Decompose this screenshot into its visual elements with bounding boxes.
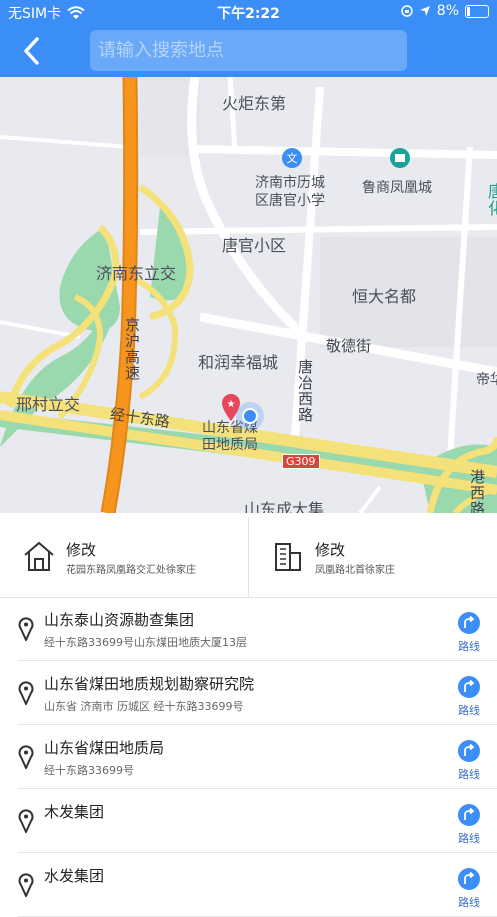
result-name: 山东省煤田地质局 (44, 739, 165, 757)
svg-text:★: ★ (227, 399, 236, 410)
mall-poi-icon (390, 148, 410, 168)
company-location[interactable]: 修改 凤凰路北首徐家庄 (248, 517, 497, 597)
map-label-g309: G309 (282, 454, 320, 469)
map-label-chengda: 山东成大集 (244, 500, 325, 513)
route-icon (464, 872, 475, 884)
chevron-left-icon (24, 37, 39, 65)
route-button[interactable]: 路线 (455, 804, 483, 846)
map-pin-icon (18, 873, 34, 897)
map-label-jingde: 敬德街 (326, 337, 372, 355)
company-location-address: 凤凰路北首徐家庄 (315, 565, 395, 576)
route-icon (464, 680, 475, 692)
status-bar: 无SIM卡 下午2:22 8% (0, 0, 497, 24)
map-label-di-right: 帝华 (476, 372, 497, 388)
home-location-address: 花园东路凤凰路交汇处徐家庄 (66, 565, 196, 576)
route-button[interactable]: 路线 (455, 868, 483, 910)
map-label-lushang: 鲁商凤凰城 (362, 180, 432, 196)
location-arrow-icon (419, 6, 430, 16)
map-pin-icon (18, 617, 34, 641)
route-label: 路线 (458, 896, 480, 909)
header-bar (0, 24, 497, 77)
map-pin-icon (18, 809, 34, 833)
result-item[interactable]: 水发集团 路线 (18, 853, 497, 917)
map-label-school: 济南市历城 区唐官小学 (255, 175, 325, 209)
result-name: 山东泰山资源勘查集团 (44, 611, 195, 629)
orientation-lock-icon (401, 5, 413, 17)
status-right: 8% (401, 3, 489, 19)
route-button[interactable]: 路线 (455, 740, 483, 782)
home-location-title[interactable]: 修改 (66, 539, 96, 560)
route-icon (464, 744, 475, 756)
map-pin-icon (18, 745, 34, 769)
map-label-hengda: 恒大名都 (352, 287, 417, 306)
result-item[interactable]: 山东泰山资源勘查集团 经十东路33699号山东煤田地质大厦13层 路线 (18, 597, 497, 661)
result-address: 经十东路33699号 (44, 764, 134, 777)
building-icon (275, 543, 301, 571)
home-icon (24, 541, 54, 571)
route-button[interactable]: 路线 (455, 612, 483, 654)
route-icon (464, 616, 475, 628)
map-pin-icon (18, 681, 34, 705)
current-location-dot (236, 402, 264, 430)
back-button[interactable] (18, 36, 48, 66)
result-item[interactable]: 木发集团 路线 (18, 789, 497, 853)
search-input[interactable] (90, 30, 407, 71)
route-label: 路线 (458, 704, 480, 717)
battery-percent: 8% (436, 3, 459, 19)
result-name: 山东省煤田地质规划勘察研究院 (44, 675, 255, 693)
route-button[interactable]: 路线 (455, 676, 483, 718)
search-results-list: 山东泰山资源勘查集团 经十东路33699号山东煤田地质大厦13层 路线 山东省煤… (0, 597, 497, 917)
home-location[interactable]: 修改 花园东路凤凰路交汇处徐家庄 (0, 517, 248, 597)
map-label-huoju: 火炬东第 (222, 94, 287, 113)
result-address: 经十东路33699号山东煤田地质大厦13层 (44, 636, 247, 649)
svg-text:文: 文 (287, 151, 298, 165)
route-label: 路线 (458, 832, 480, 845)
route-label: 路线 (458, 768, 480, 781)
result-name: 木发集团 (44, 803, 105, 821)
saved-locations: 修改 花园东路凤凰路交汇处徐家庄 修改 凤凰路北首徐家庄 (0, 517, 497, 598)
result-address: 山东省 济南市 历城区 经十东路33699号 (44, 700, 244, 713)
map-label-jinghu: 京沪高速 (123, 317, 141, 381)
map-label-herun: 和润幸福城 (198, 353, 279, 372)
route-icon (464, 808, 475, 820)
map-label-tangguan: 唐官小区 (222, 236, 287, 255)
result-item[interactable]: 山东省煤田地质局 经十东路33699号 路线 (18, 725, 497, 789)
company-location-title[interactable]: 修改 (315, 539, 345, 560)
battery-icon (465, 4, 489, 18)
map-label-tang-right: 唐化 (485, 183, 497, 217)
map-view[interactable]: 火炬东第 文 济南市历城 区唐官小学 鲁商凤凰城 唐官小区 济南东立交 恒大名都… (0, 77, 497, 513)
map-label-jidong: 济南东立交 (96, 264, 177, 283)
map-label-tangye: 唐冶西路 (296, 359, 314, 423)
route-label: 路线 (458, 640, 480, 653)
map-label-xingcun: 邢村立交 (16, 395, 81, 414)
result-item[interactable]: 山东省煤田地质规划勘察研究院 山东省 济南市 历城区 经十东路33699号 路线 (18, 661, 497, 725)
school-poi-icon: 文 (282, 148, 302, 168)
map-label-gangxi: 港西路 (468, 469, 486, 513)
